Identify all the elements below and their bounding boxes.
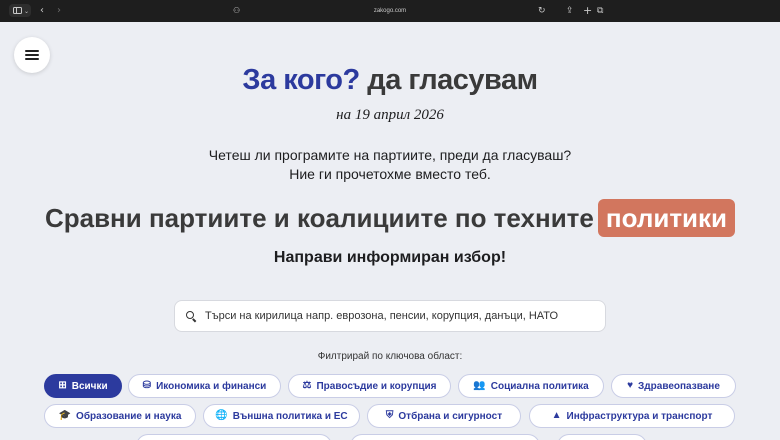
intro-line-1: Четеш ли програмите на партиите, преди д… (208, 147, 572, 163)
filter-chip-infrastructure[interactable]: ▲ Инфраструктура и транспорт (529, 404, 735, 428)
chip-label: Отбрана и сигурност (398, 410, 503, 422)
headline-text: Сравни партиите и коалициите по техните (44, 203, 594, 233)
chip-label: Правосъдие и корупция (316, 380, 437, 392)
filter-chip-economy[interactable]: ⛁ Икономика и финанси (128, 374, 281, 398)
title-suffix: да гласувам (367, 64, 538, 96)
chip-label: Икономика и финанси (156, 380, 267, 392)
tagline: Направи информиран избор! (273, 249, 507, 266)
intro-line-2: Ние ги прочетохме вместо теб. (289, 166, 491, 182)
filter-chip-foreign-policy[interactable]: 🌐 Външна политика и ЕС (203, 404, 360, 428)
headline: Сравни партиите и коалициите по техните п… (0, 199, 780, 237)
heart-pulse-icon: ♥ (627, 380, 634, 391)
road-icon: ▲ (551, 410, 562, 421)
filter-chip-partial[interactable] (350, 434, 540, 440)
filter-chip-justice[interactable]: ⚖ Правосъдие и корупция (288, 374, 451, 398)
filter-chip-partial[interactable] (557, 434, 647, 440)
chip-label: Всички (71, 380, 108, 392)
chip-label: Социална политика (490, 380, 589, 392)
tab-overview-icon[interactable]: ⧉ (597, 5, 603, 17)
election-date: на 19 април 2026 (336, 107, 444, 123)
filter-chip-defense[interactable]: ⛨ Отбрана и сигурност (367, 404, 521, 428)
browser-toolbar: ⌄ ‹ › ⚇ zakogo.com ↻ ⇪ + ⧉ (0, 0, 780, 22)
reload-icon[interactable]: ↻ (538, 5, 546, 17)
intro-text: Четеш ли програмите на партиите, преди д… (0, 146, 780, 184)
sidebar-toggle-button[interactable]: ⌄ (9, 4, 31, 17)
headline-highlight: политики (597, 199, 736, 237)
chip-label: Образование и наука (76, 410, 182, 422)
filter-chip-partial[interactable] (136, 434, 332, 440)
filter-chip-social[interactable]: 👥 Социална политика (458, 374, 604, 398)
forward-button[interactable]: › (57, 5, 61, 17)
search-icon (175, 301, 205, 331)
chevron-down-icon: ⌄ (24, 8, 30, 15)
filter-chip-all[interactable]: ⊞ Всички (44, 374, 122, 398)
chip-label: Външна политика и ЕС (232, 410, 348, 422)
privacy-icon[interactable]: ⚇ (233, 5, 240, 17)
filter-chip-education[interactable]: 🎓 Образование и наука (44, 404, 196, 428)
filter-chip-health[interactable]: ♥ Здравеопазване (611, 374, 736, 398)
globe-icon: 🌐 (215, 410, 228, 421)
address-bar[interactable]: zakogo.com (0, 5, 780, 17)
graduation-cap-icon: 🎓 (58, 410, 72, 421)
hamburger-icon (25, 50, 39, 52)
search-box[interactable] (174, 300, 606, 332)
title-brand: За кого? (242, 64, 360, 96)
scales-icon: ⚖ (302, 380, 312, 391)
page-title: За кого? да гласувам (0, 64, 780, 97)
people-icon: 👥 (473, 380, 486, 391)
share-icon[interactable]: ⇪ (566, 5, 574, 17)
grid-icon: ⊞ (58, 380, 67, 391)
chip-label: Здравеопазване (638, 380, 720, 392)
chip-label: Инфраструктура и транспорт (566, 410, 713, 422)
shield-icon: ⛨ (385, 410, 394, 421)
hamburger-icon-bar (25, 54, 39, 56)
filter-label: Филтрирай по ключова област: (317, 351, 463, 362)
new-tab-icon[interactable]: + (583, 5, 592, 17)
hamburger-icon-bar (25, 58, 39, 60)
search-input[interactable] (205, 310, 595, 322)
coins-icon: ⛁ (142, 380, 152, 391)
back-button[interactable]: ‹ (40, 5, 44, 17)
sidebar-icon (13, 7, 22, 14)
